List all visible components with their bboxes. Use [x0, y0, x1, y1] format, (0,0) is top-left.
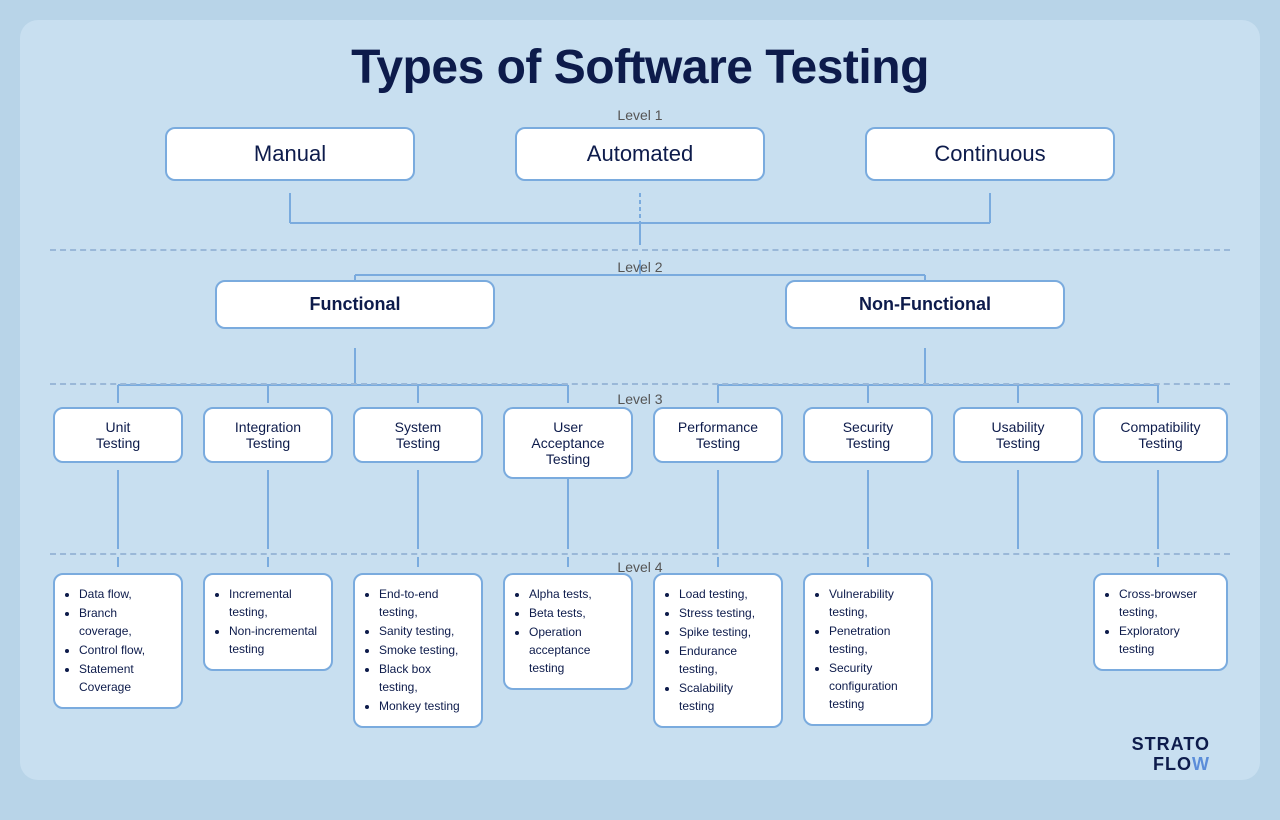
brand-line1: STRATO	[1132, 735, 1210, 755]
page-title: Types of Software Testing	[50, 40, 1230, 95]
system-testing-node: SystemTesting	[353, 407, 483, 463]
l3-performance: PerformanceTesting	[653, 407, 783, 463]
l3-security: SecurityTesting	[803, 407, 933, 463]
dashed-line-l3-l4	[50, 553, 1230, 555]
l4-compatibility: Cross-browser testing, Exploratory testi…	[1093, 573, 1228, 671]
uat-node: UserAcceptanceTesting	[503, 407, 633, 479]
nonfunctional-node: Non-Functional	[785, 280, 1065, 329]
l1-continuous: Continuous	[865, 127, 1115, 181]
l4-system: End-to-end testing, Sanity testing, Smok…	[353, 573, 483, 728]
level1-label-text: Level 1	[50, 107, 1230, 123]
l2-functional: Functional	[215, 280, 495, 329]
compatibility-details-node: Cross-browser testing, Exploratory testi…	[1093, 573, 1228, 671]
l1-manual: Manual	[165, 127, 415, 181]
l4-integration: Incremental testing, Non-incremental tes…	[203, 573, 333, 671]
l4-uat: Alpha tests, Beta tests, Operation accep…	[503, 573, 633, 690]
l2-nonfunctional: Non-Functional	[785, 280, 1065, 329]
l3-usability: UsabilityTesting	[953, 407, 1083, 463]
main-container: Types of Software Testing	[20, 20, 1260, 780]
dashed-line-l2-l3	[50, 383, 1230, 385]
brand-line2: FLOW	[1132, 755, 1210, 775]
l1-automated: Automated	[515, 127, 765, 181]
compatibility-testing-node: CompatibilityTesting	[1093, 407, 1228, 463]
uat-details-node: Alpha tests, Beta tests, Operation accep…	[503, 573, 633, 690]
level3-label-text: Level 3	[50, 391, 1230, 407]
brand: STRATO FLOW	[1132, 735, 1210, 775]
performance-details-node: Load testing, Stress testing, Spike test…	[653, 573, 783, 728]
l4-security: Vulnerability testing, Penetration testi…	[803, 573, 933, 726]
l3-compatibility: CompatibilityTesting	[1093, 407, 1228, 463]
integration-testing-node: IntegrationTesting	[203, 407, 333, 463]
manual-node: Manual	[165, 127, 415, 181]
l4-performance: Load testing, Stress testing, Spike test…	[653, 573, 783, 728]
dashed-line-l1-l2	[50, 249, 1230, 251]
l4-unit: Data flow, Branch coverage, Control flow…	[53, 573, 183, 709]
l3-integration: IntegrationTesting	[203, 407, 333, 463]
level2-label-text: Level 2	[50, 259, 1230, 275]
unit-testing-node: UnitTesting	[53, 407, 183, 463]
diagram: Level 1 Manual Automated Continuous Leve…	[50, 105, 1230, 785]
security-details-node: Vulnerability testing, Penetration testi…	[803, 573, 933, 726]
l3-uat: UserAcceptanceTesting	[503, 407, 633, 479]
system-details-node: End-to-end testing, Sanity testing, Smok…	[353, 573, 483, 728]
l3-unit: UnitTesting	[53, 407, 183, 463]
functional-node: Functional	[215, 280, 495, 329]
automated-node: Automated	[515, 127, 765, 181]
performance-testing-node: PerformanceTesting	[653, 407, 783, 463]
l3-system: SystemTesting	[353, 407, 483, 463]
usability-testing-node: UsabilityTesting	[953, 407, 1083, 463]
security-testing-node: SecurityTesting	[803, 407, 933, 463]
unit-details-node: Data flow, Branch coverage, Control flow…	[53, 573, 183, 709]
integration-details-node: Incremental testing, Non-incremental tes…	[203, 573, 333, 671]
continuous-node: Continuous	[865, 127, 1115, 181]
